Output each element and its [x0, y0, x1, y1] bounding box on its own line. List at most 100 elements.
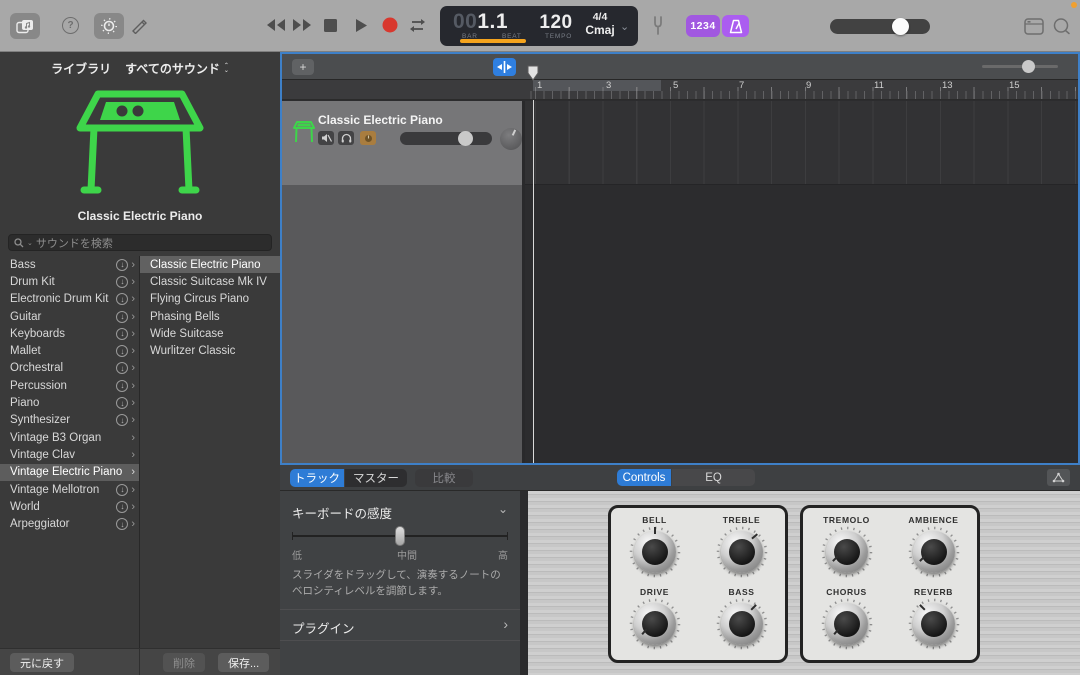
mute-button[interactable]: [318, 131, 334, 145]
category-row-mallet[interactable]: Mallet↓›: [0, 342, 139, 359]
download-icon[interactable]: ↓: [116, 518, 128, 530]
lcd-tempo-section[interactable]: 120 TEMPO: [532, 6, 580, 46]
loop-browser-button[interactable]: [1052, 17, 1071, 36]
sound-row-flying-circus-piano[interactable]: Flying Circus Piano: [140, 291, 280, 308]
bar-number: 3: [606, 80, 611, 91]
sound-row-wide-suitcase[interactable]: Wide Suitcase: [140, 325, 280, 342]
track-volume-slider[interactable]: [400, 132, 492, 145]
count-in-button[interactable]: 1234: [686, 15, 720, 37]
category-row-keyboards[interactable]: Keyboards↓›: [0, 325, 139, 342]
category-row-synthesizer[interactable]: Synthesizer↓›: [0, 412, 139, 429]
playhead-marker[interactable]: [527, 65, 539, 81]
cycle-button[interactable]: [408, 18, 427, 33]
download-icon[interactable]: ↓: [116, 414, 128, 426]
sensitivity-slider[interactable]: [292, 535, 508, 537]
category-row-electronic-drum-kit[interactable]: Electronic Drum Kit↓›: [0, 291, 139, 308]
download-icon[interactable]: ↓: [116, 484, 128, 496]
master-volume-slider[interactable]: [830, 19, 930, 34]
tuning-fork-icon[interactable]: [651, 16, 665, 35]
sound-row-wurlitzer-classic[interactable]: Wurlitzer Classic: [140, 342, 280, 359]
library-toggle-button[interactable]: [10, 13, 40, 39]
record-button[interactable]: [382, 17, 398, 33]
track-pan-knob[interactable]: [500, 128, 522, 150]
category-row-vintage-electric-piano[interactable]: Vintage Electric Piano›: [0, 464, 139, 481]
category-row-vintage-mellotron[interactable]: Vintage Mellotron↓›: [0, 481, 139, 498]
track-header-classic-electric-piano[interactable]: Classic Electric Piano: [282, 101, 522, 185]
sound-search-field[interactable]: ⌄ サウンドを検索: [8, 234, 272, 251]
sound-row-phasing-bells[interactable]: Phasing Bells: [140, 308, 280, 325]
sound-row-classic-electric-piano[interactable]: Classic Electric Piano: [140, 256, 280, 273]
download-icon[interactable]: ↓: [116, 380, 128, 392]
delete-button[interactable]: 削除: [163, 653, 205, 672]
lcd-display[interactable]: 001.1 BAR BEAT 120 TEMPO 4/4 Cmaj ⌄: [440, 6, 638, 46]
tab-controls[interactable]: Controls: [617, 469, 671, 486]
bell-knob[interactable]: [629, 526, 681, 578]
metronome-button[interactable]: [722, 15, 749, 37]
master-volume-knob[interactable]: [892, 18, 909, 35]
category-row-percussion[interactable]: Percussion↓›: [0, 377, 139, 394]
download-icon[interactable]: ↓: [116, 293, 128, 305]
play-button[interactable]: [355, 18, 368, 33]
timeline-track-lane[interactable]: [525, 101, 1078, 185]
category-row-arpeggiator[interactable]: Arpeggiator↓›: [0, 515, 139, 532]
forward-button[interactable]: [292, 18, 312, 32]
track-name[interactable]: Classic Electric Piano: [318, 113, 443, 127]
search-scope-chevron-icon[interactable]: ⌄: [27, 239, 33, 247]
lcd-chevron-down-icon[interactable]: ⌄: [620, 6, 638, 46]
download-icon[interactable]: ↓: [116, 501, 128, 513]
category-row-orchestral[interactable]: Orchestral↓›: [0, 360, 139, 377]
download-icon[interactable]: ↓: [116, 328, 128, 340]
sensitivity-slider-thumb[interactable]: [395, 526, 405, 546]
lcd-key-section[interactable]: 4/4 Cmaj: [580, 6, 620, 46]
smart-controls-view-button[interactable]: [1047, 469, 1070, 486]
editors-toggle-button[interactable]: [1024, 18, 1044, 35]
collapse-chevron-icon[interactable]: ⌄: [498, 502, 508, 516]
bass-knob[interactable]: [716, 598, 768, 650]
sound-filter-dropdown[interactable]: すべてのサウンド ⌃⌄: [125, 60, 229, 77]
tab-master[interactable]: マスター: [345, 469, 407, 487]
edit-pencil-icon[interactable]: [130, 17, 147, 34]
download-icon[interactable]: ↓: [116, 397, 128, 409]
category-row-bass[interactable]: Bass↓›: [0, 256, 139, 273]
download-icon[interactable]: ↓: [116, 311, 128, 323]
timeline-grid[interactable]: [525, 101, 1078, 463]
category-row-vintage-b3-organ[interactable]: Vintage B3 Organ›: [0, 429, 139, 446]
add-track-button[interactable]: +: [292, 59, 314, 75]
display-settings-button[interactable]: [94, 13, 124, 39]
tab-eq[interactable]: EQ: [672, 469, 755, 486]
chorus-knob[interactable]: [821, 598, 873, 650]
horizontal-zoom-slider[interactable]: [982, 65, 1058, 68]
zoom-slider-knob[interactable]: [1022, 60, 1035, 73]
solo-button[interactable]: [338, 131, 354, 145]
sound-row-classic-suitcase[interactable]: Classic Suitcase Mk IV: [140, 273, 280, 290]
category-row-drum-kit[interactable]: Drum Kit↓›: [0, 273, 139, 290]
category-row-world[interactable]: World↓›: [0, 498, 139, 515]
reverb-knob[interactable]: [908, 598, 960, 650]
category-row-guitar[interactable]: Guitar↓›: [0, 308, 139, 325]
download-icon[interactable]: ↓: [116, 259, 128, 271]
ambience-knob[interactable]: [908, 526, 960, 578]
undo-button[interactable]: 元に戻す: [10, 653, 74, 672]
playhead-line[interactable]: [533, 100, 534, 463]
download-icon[interactable]: ↓: [116, 345, 128, 357]
panel-gap: [520, 491, 528, 675]
tab-track[interactable]: トラック: [290, 469, 344, 487]
category-row-piano[interactable]: Piano↓›: [0, 394, 139, 411]
tab-compare[interactable]: 比較: [415, 469, 473, 487]
drive-knob[interactable]: [629, 598, 681, 650]
timeline-ruler[interactable]: 1 3 5 7 9 11 13 15: [282, 80, 1078, 100]
catch-playhead-button[interactable]: [493, 58, 516, 76]
tremolo-knob[interactable]: [821, 526, 873, 578]
category-row-vintage-clav[interactable]: Vintage Clav›: [0, 446, 139, 463]
lcd-time-signature: 4/4: [580, 11, 620, 23]
quick-help-button[interactable]: ?: [62, 17, 79, 34]
download-icon[interactable]: ↓: [116, 276, 128, 288]
save-button[interactable]: 保存...: [218, 653, 269, 672]
treble-knob[interactable]: [716, 526, 768, 578]
stop-button[interactable]: [324, 19, 337, 32]
rewind-button[interactable]: [266, 18, 286, 32]
download-icon[interactable]: ↓: [116, 362, 128, 374]
track-volume-knob[interactable]: [458, 131, 473, 146]
smart-controls-track-button[interactable]: [360, 131, 376, 145]
plugins-row[interactable]: プラグイン ›: [280, 610, 520, 640]
